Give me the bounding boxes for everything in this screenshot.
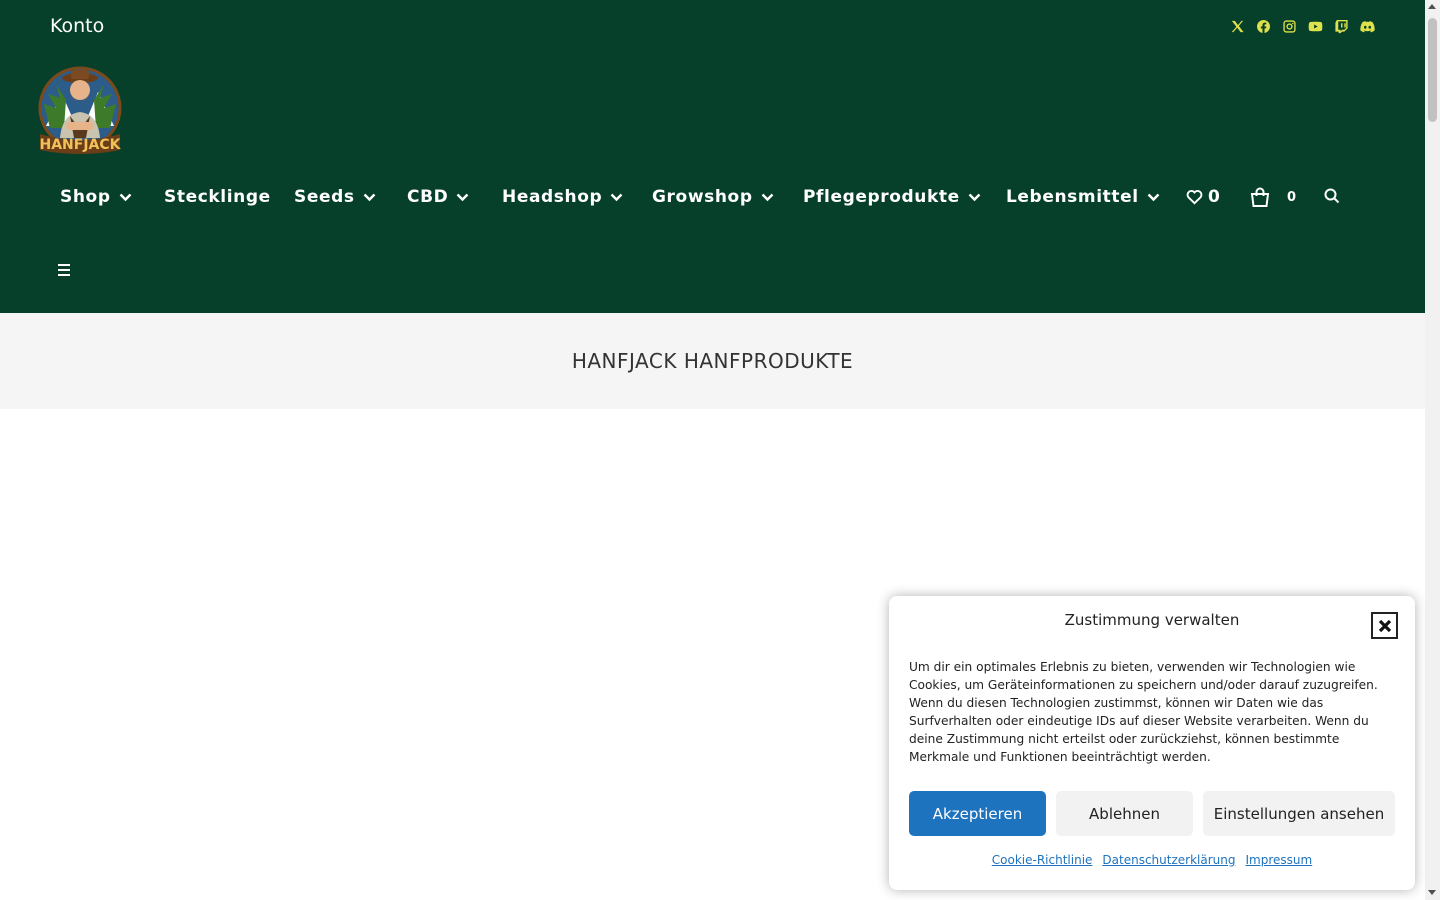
nav-item-pflegeprodukte[interactable]: Pflegeprodukte xyxy=(803,170,981,224)
site-header: Konto HANFJACK Shop Stecklinge Seeds CBD… xyxy=(0,0,1425,313)
svg-text:HANFJACK: HANFJACK xyxy=(40,137,122,153)
nav-item-label: CBD xyxy=(407,187,449,207)
scroll-up-icon[interactable] xyxy=(1428,4,1436,9)
close-icon xyxy=(1378,619,1391,632)
cookie-policy-link[interactable]: Cookie-Richtlinie xyxy=(992,853,1093,867)
wishlist-count: 0 xyxy=(1208,187,1220,207)
scroll-down-icon[interactable] xyxy=(1428,890,1436,895)
nav-item-seeds[interactable]: Seeds xyxy=(294,170,376,224)
scrollbar[interactable] xyxy=(1425,0,1440,900)
wishlist-button[interactable]: 0 xyxy=(1186,170,1220,224)
nav-item-cbd[interactable]: CBD xyxy=(407,170,469,224)
scrollbar-thumb[interactable] xyxy=(1428,18,1437,122)
cookie-consent-dialog: Zustimmung verwalten Um dir ein optimale… xyxy=(889,596,1415,890)
nav-item-label: Seeds xyxy=(294,187,355,207)
cart-count: 0 xyxy=(1287,189,1297,205)
cookie-description: Um dir ein optimales Erlebnis zu bieten,… xyxy=(909,660,1378,764)
nav-item-lebensmittel[interactable]: Lebensmittel xyxy=(1006,170,1160,224)
heart-icon xyxy=(1186,190,1203,205)
nav-item-label: Growshop xyxy=(652,187,753,207)
main-navigation: Shop Stecklinge Seeds CBD Headshop Grows… xyxy=(0,170,1425,224)
cookie-title: Zustimmung verwalten xyxy=(1064,611,1240,629)
deny-button[interactable]: Ablehnen xyxy=(1056,791,1193,836)
chevron-down-icon xyxy=(1147,193,1160,202)
instagram-icon[interactable] xyxy=(1281,18,1297,34)
chevron-down-icon xyxy=(968,193,981,202)
youtube-icon[interactable] xyxy=(1307,18,1323,34)
cart-button[interactable]: 0 xyxy=(1249,170,1296,224)
account-link[interactable]: Konto xyxy=(50,15,104,37)
imprint-link[interactable]: Impressum xyxy=(1246,853,1313,867)
nav-item-stecklinge[interactable]: Stecklinge xyxy=(164,170,271,224)
facebook-icon[interactable] xyxy=(1255,18,1271,34)
privacy-policy-link[interactable]: Datenschutzerklärung xyxy=(1102,853,1235,867)
chevron-down-icon xyxy=(119,193,132,202)
page-title: HANFJACK HANFPRODUKTE xyxy=(571,349,854,373)
hanfjack-logo[interactable]: HANFJACK xyxy=(36,64,124,156)
accept-button[interactable]: Akzeptieren xyxy=(909,791,1046,836)
nav-item-label: Shop xyxy=(60,187,111,207)
nav-item-label: Pflegeprodukte xyxy=(803,187,960,207)
cookie-links: Cookie-Richtlinie Datenschutzerklärung I… xyxy=(889,853,1415,867)
search-button[interactable] xyxy=(1324,188,1342,206)
chevron-down-icon xyxy=(761,193,774,202)
social-links xyxy=(1229,18,1375,34)
nav-item-label: Headshop xyxy=(502,187,603,207)
twitch-icon[interactable] xyxy=(1333,18,1349,34)
x-icon[interactable] xyxy=(1229,18,1245,34)
nav-item-label: Lebensmittel xyxy=(1006,187,1139,207)
nav-item-label: Stecklinge xyxy=(164,187,271,207)
view-settings-button[interactable]: Einstellungen ansehen xyxy=(1203,791,1395,836)
shopping-bag-icon xyxy=(1250,187,1270,207)
search-icon xyxy=(1324,188,1340,204)
nav-item-shop[interactable]: Shop xyxy=(60,170,132,224)
chevron-down-icon xyxy=(610,193,623,202)
menu-icon[interactable] xyxy=(58,262,74,278)
chevron-down-icon xyxy=(456,193,469,202)
nav-item-growshop[interactable]: Growshop xyxy=(652,170,774,224)
page-header: HANFJACK HANFPRODUKTE xyxy=(0,313,1425,409)
discord-icon[interactable] xyxy=(1359,18,1375,34)
chevron-down-icon xyxy=(363,193,376,202)
nav-item-headshop[interactable]: Headshop xyxy=(502,170,623,224)
close-button[interactable] xyxy=(1371,612,1398,639)
